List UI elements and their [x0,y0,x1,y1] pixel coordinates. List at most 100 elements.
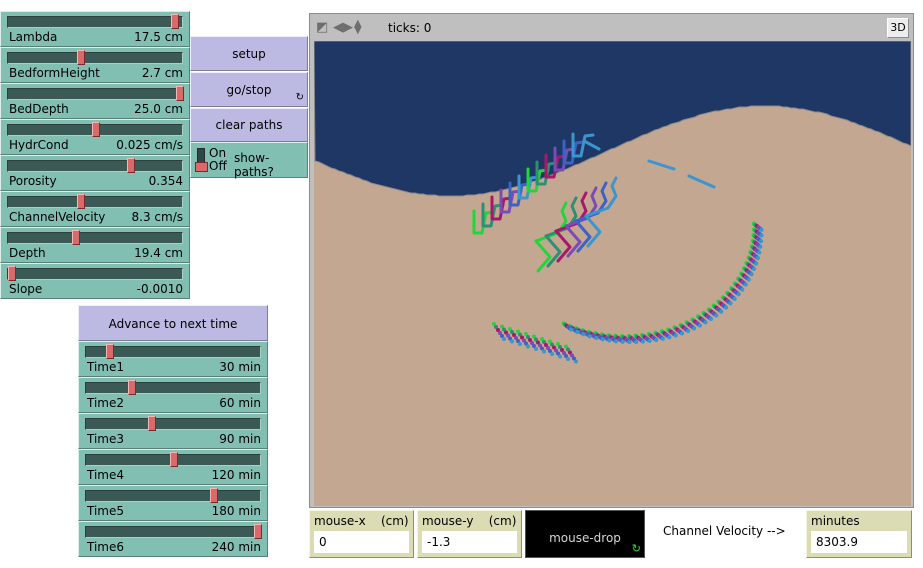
slider-thumb[interactable] [170,452,178,467]
slider-track[interactable] [85,418,261,430]
path-dot [743,282,748,287]
slider-thumb[interactable] [127,158,136,173]
slider-value: -0.0010 [136,282,183,296]
world-canvas[interactable] [314,41,911,506]
slider-track[interactable] [7,88,183,100]
slider-time2[interactable]: Time2 60 min [78,377,268,413]
slider-label: Time4 [87,468,125,482]
path-dot [759,233,764,238]
slider-label: Time2 [87,396,125,410]
path-dot [634,339,639,345]
path-dot [686,328,691,334]
go-stop-button[interactable]: go/stop ↻ [190,72,308,107]
switch-label: show-paths? [234,151,274,179]
slider-time1[interactable]: Time1 30 min [78,341,268,377]
mouse-x-monitor: mouse-x (cm) 0 [309,510,414,558]
path-dot [746,277,751,282]
slider-track[interactable] [7,268,183,280]
slider-bedformheight[interactable]: BedformHeight 2.7 cm [0,47,190,83]
path-dot [510,339,514,344]
slider-thumb[interactable] [8,266,16,281]
slider-thumb[interactable] [176,86,184,101]
path-dot [518,342,522,346]
slider-depth[interactable]: Depth 19.4 cm [0,227,190,263]
path-dot [613,339,619,344]
slider-value: 0.354 [148,174,183,188]
setup-button[interactable]: setup [190,36,308,71]
slider-porosity[interactable]: Porosity 0.354 [0,155,190,191]
particle-path [687,174,716,189]
slider-track[interactable] [7,52,183,64]
particle-path [584,176,618,218]
world-svg [314,41,911,364]
slider-value: 120 min [211,468,261,482]
slider-thumb[interactable] [254,524,262,539]
path-dot [667,335,672,340]
path-dot [566,357,570,361]
slider-thumb[interactable] [92,122,100,137]
slider-time6[interactable]: Time6 240 min [78,521,268,557]
switch-on-label: On [209,146,227,160]
resize-icon[interactable]: ◩ [316,21,328,34]
path-dot [697,323,703,328]
path-dot [753,261,759,266]
slider-label: BedformHeight [9,66,100,80]
slider-value: 0.025 cm/s [116,138,183,152]
horizontal-arrows-icon[interactable]: ◀▶ [333,21,353,34]
show-paths-switch[interactable]: On Off show-paths? [190,142,308,179]
path-dot [587,334,592,339]
slider-channelvelocity[interactable]: ChannelVelocity 8.3 cm/s [0,191,190,227]
path-dot [660,336,665,341]
slider-beddepth[interactable]: BedDepth 25.0 cm [0,83,190,119]
slider-value: 17.5 cm [134,30,183,44]
slider-value: 19.4 cm [134,246,183,260]
slider-thumb[interactable] [71,230,80,245]
slider-thumb[interactable] [76,194,85,209]
slider-thumb[interactable] [148,416,157,431]
path-dot [647,338,652,344]
path-dot [757,250,762,255]
slider-track[interactable] [7,160,183,172]
slider-label: Porosity [9,174,57,188]
slider-track[interactable] [85,490,261,502]
path-dot [732,296,737,301]
path-dot [620,339,625,344]
slider-time4[interactable]: Time4 120 min [78,449,268,485]
path-dot [692,326,697,331]
slider-time5[interactable]: Time5 180 min [78,485,268,521]
slider-track[interactable] [7,232,183,244]
slider-label: Depth [9,246,46,260]
advance-button[interactable]: Advance to next time [78,305,268,341]
switch-knob[interactable] [195,162,208,172]
slider-slope[interactable]: Slope -0.0010 [0,263,190,299]
slider-track[interactable] [7,16,183,28]
slider-value: 25.0 cm [134,102,183,116]
path-dot [627,339,632,345]
clear-paths-button[interactable]: clear paths [190,108,308,142]
path-dot [569,327,574,332]
3d-button[interactable]: 3D [887,18,909,38]
slider-hydrcond[interactable]: HydrCond 0.025 cm/s [0,119,190,155]
slider-thumb[interactable] [76,50,85,65]
slider-thumb[interactable] [170,14,179,29]
slider-thumb[interactable] [106,344,115,359]
path-dot [736,292,741,297]
slider-value: 60 min [219,396,261,410]
path-dot [703,320,708,325]
slider-time3[interactable]: Time3 90 min [78,413,268,449]
vertical-arrows-icon[interactable]: ▲ ▼ [354,19,362,36]
slider-thumb[interactable] [128,380,136,395]
slider-track[interactable] [85,382,261,394]
mouse-drop-button[interactable]: mouse-drop ↻ [525,510,645,558]
slider-thumb[interactable] [210,488,219,503]
path-dot [673,333,678,338]
path-dot [574,359,578,364]
path-dot [751,266,757,272]
path-dot [526,344,530,349]
slider-track[interactable] [85,526,261,538]
slider-track[interactable] [7,196,183,208]
slider-lambda[interactable]: Lambda 17.5 cm [0,11,190,47]
slider-label: Time5 [87,504,125,518]
slider-value: 240 min [211,540,261,554]
ticks-counter: ticks: 0 [388,21,432,35]
